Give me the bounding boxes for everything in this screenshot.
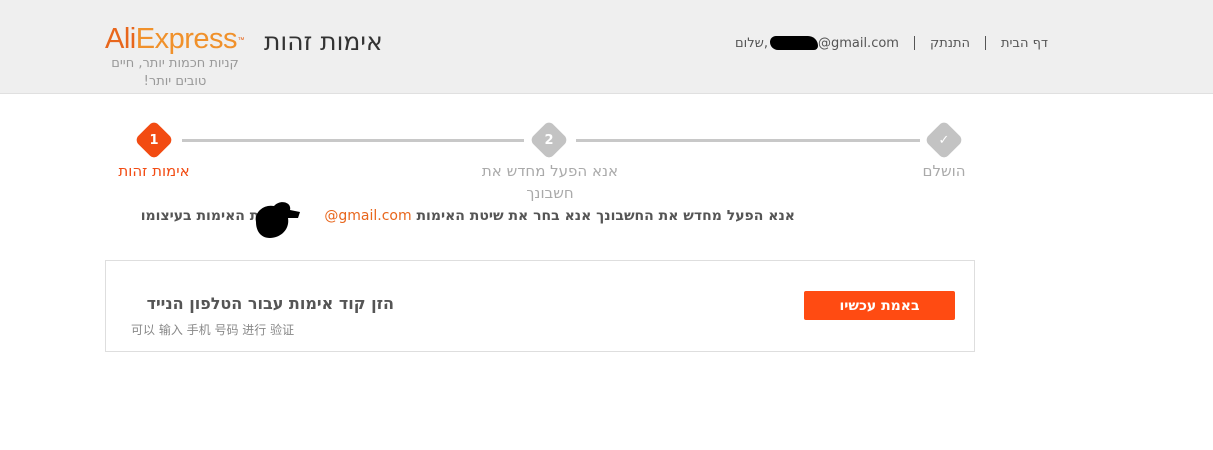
step-2-icon: 2 bbox=[529, 120, 569, 160]
redaction-scribble bbox=[255, 202, 300, 238]
page-title: אימות זהות bbox=[264, 27, 383, 56]
nav-divider bbox=[984, 36, 986, 50]
instructions-text: אנא הפעל מחדש את החשבונך אנא בחר את שיטת… bbox=[416, 208, 795, 224]
step-2-number: 2 bbox=[544, 132, 554, 148]
greeting-prefix: שלום, bbox=[735, 35, 768, 51]
greeting-email-suffix: @gmail.com bbox=[817, 35, 899, 51]
step-1-label: אימות זהות bbox=[118, 162, 190, 180]
instructions-email: @gmail.com bbox=[324, 208, 412, 224]
step-2-label: אנא הפעל מחדש את חשבונך bbox=[481, 162, 619, 202]
top-header: AliExpress ™ אימות זהות קניות חכמות יותר… bbox=[0, 0, 1213, 94]
aliexpress-logo[interactable]: AliExpress ™ bbox=[105, 22, 244, 56]
verification-instructions: אנא הפעל מחדש את החשבונך אנא בחר את שיטת… bbox=[141, 208, 795, 224]
verification-option-subtitle: 可以 输入 手机 号码 进行 验证 bbox=[131, 323, 295, 337]
logo-express: Express bbox=[135, 23, 238, 55]
progress-steps: 1 אימות זהות 2 אנא הפעל מחדש את חשבונך ✓… bbox=[0, 120, 1213, 206]
verification-option-card: הזן קוד אימות עבור הטלפון הנייד 可以 输入 手机… bbox=[105, 260, 975, 352]
step-3-check: ✓ bbox=[938, 132, 950, 148]
redacted-username bbox=[769, 36, 818, 50]
home-link[interactable]: דף הבית bbox=[1001, 36, 1048, 51]
verify-now-button[interactable]: באמת עכשיו bbox=[804, 291, 955, 320]
step-1-icon: 1 bbox=[134, 120, 174, 160]
top-nav: דף הבית התנתק שלום, @gmail.com bbox=[735, 34, 1048, 52]
nav-divider bbox=[913, 36, 915, 50]
tagline: קניות חכמות יותר, חיים טובים יותר! bbox=[111, 56, 239, 89]
greeting: שלום, @gmail.com bbox=[735, 36, 899, 51]
step-1-number: 1 bbox=[149, 132, 159, 148]
logout-link[interactable]: התנתק bbox=[930, 36, 970, 51]
verification-option-title: הזן קוד אימות עבור הטלפון הנייד bbox=[146, 294, 394, 313]
logo-ali: Ali bbox=[105, 23, 136, 55]
step-connector bbox=[182, 139, 524, 142]
checkmark-icon: ✓ bbox=[924, 120, 964, 160]
logo-trademark: ™ bbox=[237, 37, 245, 44]
step-connector bbox=[576, 139, 920, 142]
step-3-label: הושלם bbox=[922, 162, 966, 180]
